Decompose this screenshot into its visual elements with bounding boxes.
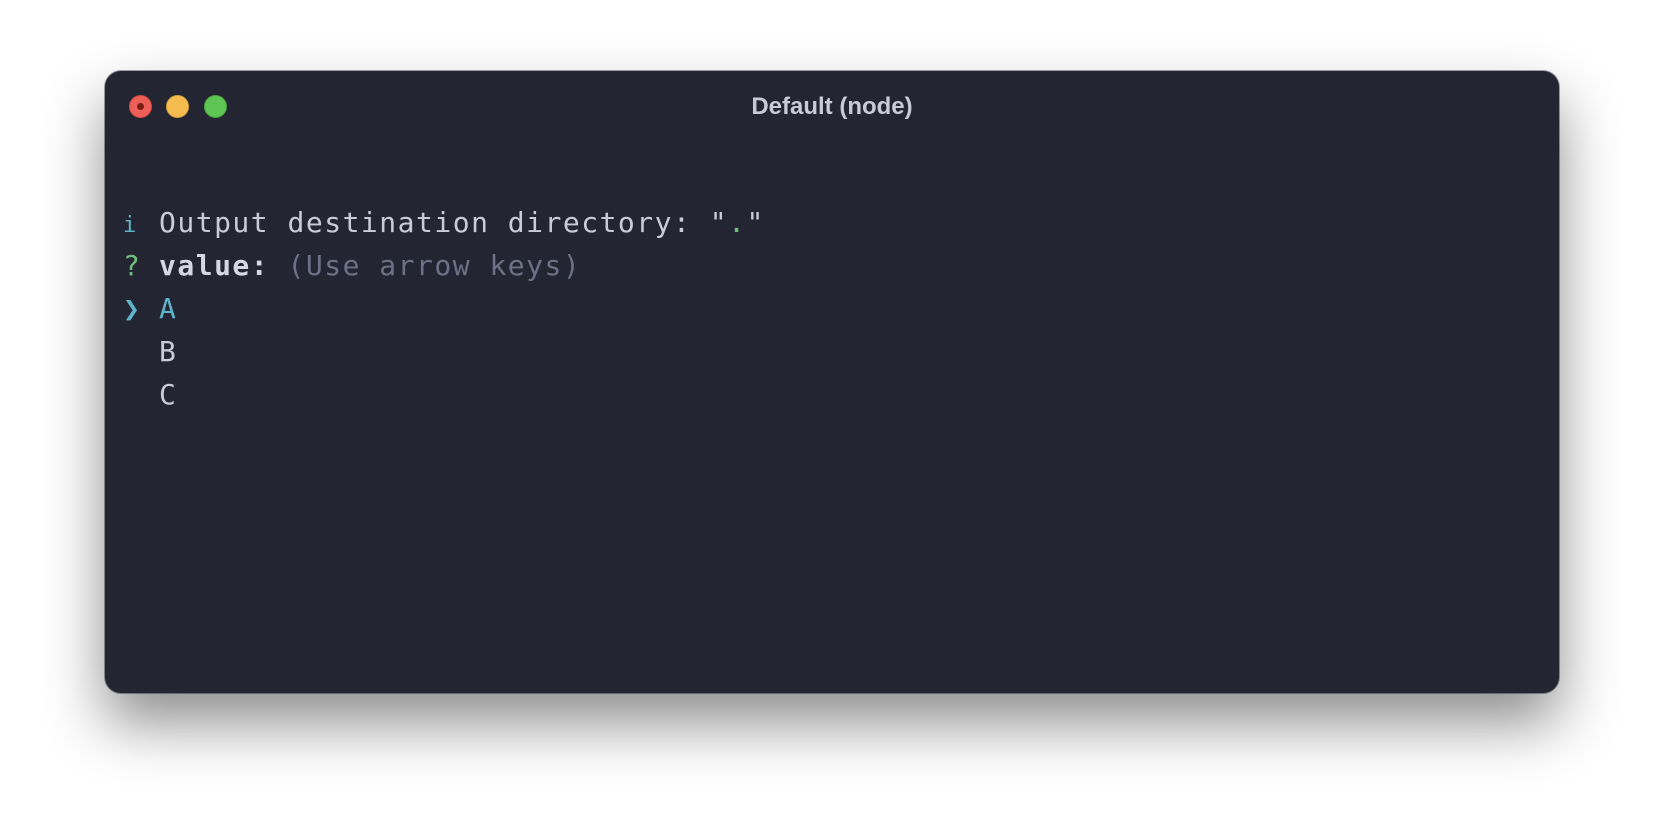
- quote-close: ": [746, 206, 765, 239]
- quote-open: ": [709, 206, 729, 239]
- title-bar: Default (node): [105, 71, 1559, 139]
- option-label: C: [159, 378, 178, 411]
- terminal-window: Default (node) i Output destination direc…: [105, 71, 1559, 693]
- pointer-icon: ❯: [123, 292, 142, 325]
- info-icon: i: [123, 213, 138, 238]
- directory-value: .: [728, 206, 747, 239]
- window-title: Default (node): [751, 93, 913, 120]
- question-icon: ?: [123, 249, 142, 282]
- info-text: Output destination directory:: [159, 206, 710, 239]
- terminal-output[interactable]: i Output destination directory: "." ? valu…: [123, 201, 765, 416]
- option-a[interactable]: ❯ A: [123, 287, 765, 330]
- prompt-label: value:: [159, 249, 270, 282]
- option-label: A: [159, 292, 178, 325]
- option-c[interactable]: C: [123, 373, 765, 416]
- option-b[interactable]: B: [123, 330, 765, 373]
- prompt-hint: (Use arrow keys): [287, 249, 582, 282]
- option-label: B: [159, 335, 178, 368]
- info-line: i Output destination directory: ".": [123, 201, 765, 244]
- prompt-line: ? value: (Use arrow keys): [123, 244, 765, 287]
